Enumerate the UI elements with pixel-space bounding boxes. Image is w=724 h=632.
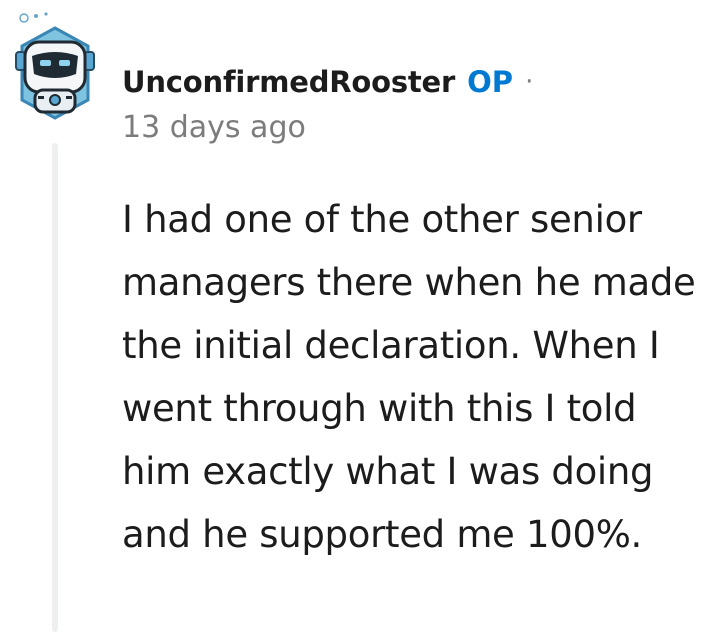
thread-line[interactable] — [52, 143, 58, 632]
comment-timestamp[interactable]: 13 days ago — [122, 110, 306, 145]
meta-separator: · — [525, 67, 534, 97]
robot-avatar-icon[interactable] — [10, 8, 100, 122]
op-badge: OP — [467, 65, 514, 99]
comment-meta: UnconfirmedRooster OP · — [122, 60, 533, 104]
username-link[interactable]: UnconfirmedRooster — [122, 65, 455, 99]
comment: UnconfirmedRooster OP · 13 days ago I ha… — [0, 0, 724, 632]
comment-body: I had one of the other senior managers t… — [122, 198, 696, 556]
